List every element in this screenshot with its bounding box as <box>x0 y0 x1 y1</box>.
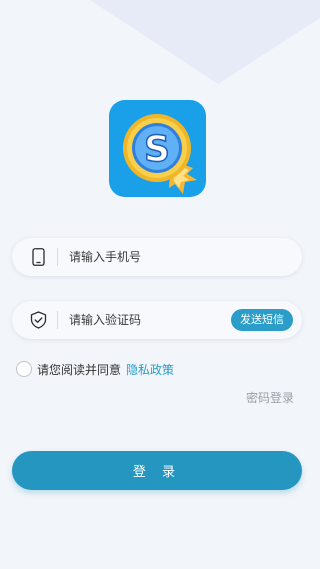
privacy-policy-link[interactable]: 隐私政策 <box>126 361 174 378</box>
agreement-row: 请您阅读并同意 隐私政策 <box>16 360 174 378</box>
field-divider <box>57 311 58 329</box>
agreement-checkbox[interactable] <box>16 361 32 377</box>
password-login-link[interactable]: 密码登录 <box>246 389 294 406</box>
code-field: 发送短信 <box>12 301 302 339</box>
verification-code-input[interactable] <box>69 313 231 327</box>
send-sms-button[interactable]: 发送短信 <box>231 309 293 331</box>
phone-input[interactable] <box>69 250 302 264</box>
phone-field <box>12 238 302 276</box>
shield-check-icon <box>29 311 47 329</box>
field-divider <box>57 248 58 266</box>
app-logo: S <box>109 100 206 197</box>
agreement-text: 请您阅读并同意 <box>37 362 122 377</box>
svg-text:S: S <box>144 129 170 170</box>
login-button[interactable]: 登 录 <box>12 451 302 490</box>
smartphone-icon <box>29 248 47 266</box>
login-screen: S 发送短信 请您阅读并同意 隐私政策 密码登录 登 录 <box>0 0 320 569</box>
